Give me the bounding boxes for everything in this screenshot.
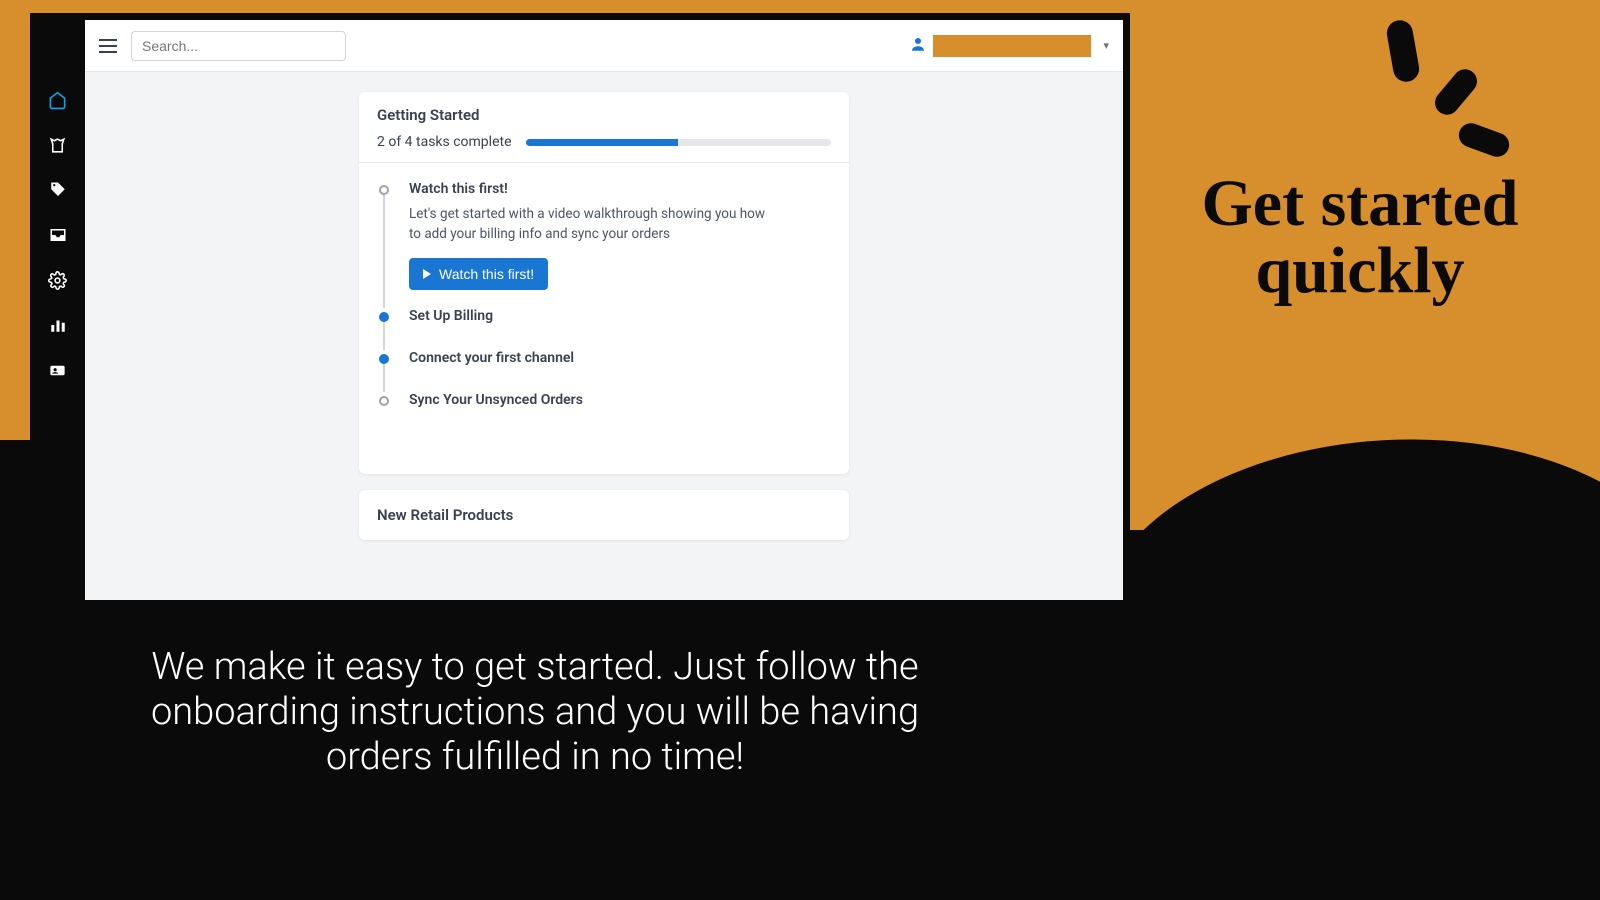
task-sync-orders[interactable]: Sync Your Unsynced Orders <box>377 392 831 434</box>
user-icon <box>909 35 927 57</box>
play-icon <box>423 269 431 279</box>
task-desc: Let's get started with a video walkthrou… <box>409 205 779 244</box>
status-dot-open-icon <box>379 185 389 195</box>
sidebar-nav <box>30 20 85 600</box>
nav-inbox-icon[interactable] <box>48 225 68 245</box>
status-dot-done-icon <box>379 354 389 364</box>
topbar: ▾ <box>85 20 1123 72</box>
watch-first-button[interactable]: Watch this first! <box>409 258 548 290</box>
nav-chart-icon[interactable] <box>48 315 68 335</box>
user-menu[interactable]: ▾ <box>909 35 1109 57</box>
nav-tag-icon[interactable] <box>48 180 68 200</box>
nav-gear-icon[interactable] <box>48 270 68 290</box>
task-title: Set Up Billing <box>409 308 831 324</box>
getting-started-card: Getting Started 2 of 4 tasks complete Wa… <box>359 92 849 474</box>
chevron-down-icon: ▾ <box>1103 39 1109 52</box>
app-window: ▾ Getting Started 2 of 4 tasks complete … <box>85 20 1123 600</box>
task-title: Connect your first channel <box>409 350 831 366</box>
card-title: New Retail Products <box>377 506 831 524</box>
task-title: Watch this first! <box>409 181 831 197</box>
main-content: Getting Started 2 of 4 tasks complete Wa… <box>85 72 1123 576</box>
task-title: Sync Your Unsynced Orders <box>409 392 831 408</box>
progress-label: 2 of 4 tasks complete <box>377 134 512 150</box>
progress-bar <box>526 139 831 146</box>
card-title: Getting Started <box>377 106 831 124</box>
task-setup-billing[interactable]: Set Up Billing <box>377 308 831 350</box>
hero-headline: Get started quickly <box>1150 170 1570 305</box>
new-retail-products-card: New Retail Products <box>359 490 849 540</box>
nav-home-icon[interactable] <box>48 90 68 110</box>
status-dot-done-icon <box>379 312 389 322</box>
task-connect-channel[interactable]: Connect your first channel <box>377 350 831 392</box>
marketing-subtext: We make it easy to get started. Just fol… <box>150 645 920 779</box>
task-list: Watch this first! Let's get started with… <box>359 163 849 474</box>
status-dot-open-icon <box>379 396 389 406</box>
nav-shirt-icon[interactable] <box>48 135 68 155</box>
nav-id-icon[interactable] <box>48 360 68 380</box>
menu-toggle-icon[interactable] <box>99 39 117 53</box>
task-watch-first[interactable]: Watch this first! Let's get started with… <box>377 181 831 308</box>
search-input[interactable] <box>131 31 346 61</box>
user-name-redacted <box>933 35 1091 57</box>
progress-fill <box>526 139 679 146</box>
button-label: Watch this first! <box>439 266 534 282</box>
